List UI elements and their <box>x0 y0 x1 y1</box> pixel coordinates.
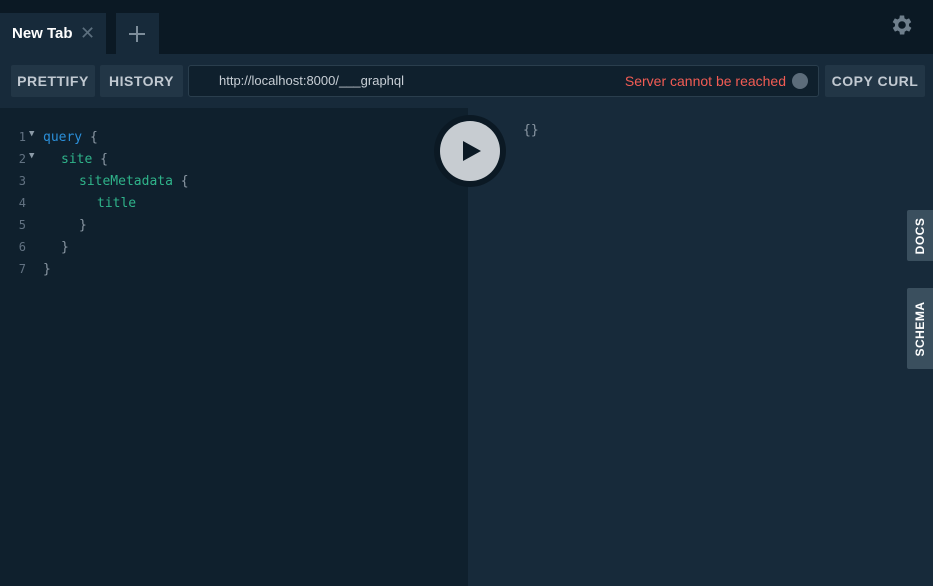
code-line: 7 } <box>0 260 468 282</box>
toolbar: PRETTIFY HISTORY http://localhost:8000/_… <box>0 54 933 108</box>
server-status-text: Server cannot be reached <box>624 73 786 89</box>
code-brace: } <box>43 262 51 277</box>
copy-curl-button[interactable]: COPY CURL <box>825 65 925 97</box>
code-field: title <box>97 196 137 211</box>
code-line: 3 siteMetadata { <box>0 172 468 194</box>
line-number: 6 <box>18 240 26 254</box>
code-keyword: query <box>43 130 83 145</box>
prettify-button[interactable]: PRETTIFY <box>11 65 95 97</box>
code-brace: { <box>180 174 189 189</box>
status-indicator-icon <box>792 73 808 89</box>
docs-tab-label: DOCS <box>913 217 927 254</box>
tab-label: New Tab <box>12 25 73 42</box>
code-line: 4 title <box>0 194 468 216</box>
run-query-button[interactable] <box>440 121 500 181</box>
code-line: 5 } <box>0 216 468 238</box>
line-number: 7 <box>18 262 26 276</box>
code-line: 6 } <box>0 238 468 260</box>
code-brace: } <box>79 218 87 233</box>
tab-bar: New Tab ✕ <box>0 0 933 54</box>
schema-tab[interactable]: SCHEMA <box>907 288 933 369</box>
line-number: 4 <box>18 196 26 210</box>
code-field: siteMetadata <box>79 174 173 189</box>
close-icon[interactable]: ✕ <box>80 23 95 43</box>
code-line: 1 ▼ query { <box>0 128 468 150</box>
play-icon <box>463 141 481 161</box>
code-field: site <box>61 152 93 167</box>
add-tab-button[interactable] <box>116 13 159 54</box>
line-number: 3 <box>18 174 26 188</box>
line-number: 5 <box>18 218 26 232</box>
code-brace: { <box>100 152 108 167</box>
code-line: 2 ▼ site { <box>0 150 468 172</box>
code-brace: { <box>89 130 98 145</box>
result-text: {} <box>523 123 539 138</box>
history-button[interactable]: HISTORY <box>100 65 183 97</box>
fold-arrow-icon[interactable]: ▼ <box>29 129 34 139</box>
gear-icon[interactable] <box>889 12 915 38</box>
line-number: 1 <box>18 130 26 144</box>
code-brace: } <box>61 240 69 255</box>
fold-arrow-icon[interactable]: ▼ <box>29 151 34 161</box>
schema-tab-label: SCHEMA <box>913 300 927 357</box>
line-number: 2 <box>18 152 26 166</box>
endpoint-url-text: http://localhost:8000/___graphql <box>219 73 405 88</box>
plus-icon <box>129 26 145 42</box>
result-pane: {} <box>468 108 933 586</box>
endpoint-url-field[interactable]: http://localhost:8000/___graphql Server … <box>188 65 819 97</box>
tab-new-tab[interactable]: New Tab ✕ <box>0 13 106 54</box>
docs-tab[interactable]: DOCS <box>907 210 933 261</box>
query-editor[interactable]: 1 ▼ query { 2 ▼ site { 3 siteMetadata { … <box>0 108 468 586</box>
